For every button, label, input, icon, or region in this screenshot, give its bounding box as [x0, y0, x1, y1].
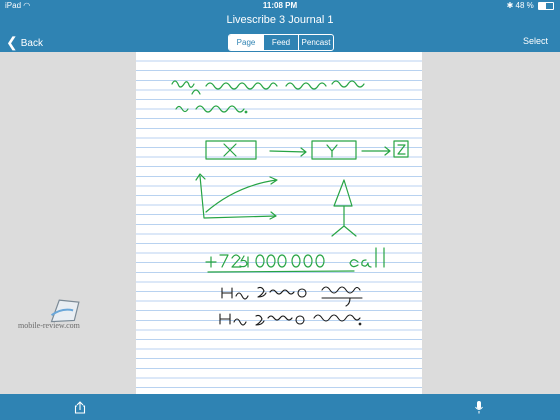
page-title: Livescribe 3 Journal 1: [226, 14, 334, 26]
tab-page[interactable]: Page: [229, 35, 264, 50]
handwriting-line-1: [171, 80, 365, 95]
navigation-bar: Livescribe 3 Journal 1 ❮ Back Page Feed P…: [0, 12, 560, 52]
microphone-icon[interactable]: [474, 400, 484, 414]
battery-status: ✱ 48 %: [507, 1, 554, 10]
handwriting-line-6: [219, 313, 362, 326]
select-button[interactable]: Select: [523, 36, 548, 46]
xyz-diagram: [205, 140, 409, 160]
tab-feed[interactable]: Feed: [264, 35, 299, 50]
chevron-left-icon: ❮: [6, 34, 18, 50]
handwriting-line-2: [175, 105, 248, 114]
back-label: Back: [20, 38, 43, 49]
view-segmented-control: Page Feed Pencast: [228, 34, 334, 51]
handwriting-layer: [171, 80, 409, 326]
bluetooth-icon: ✱: [506, 1, 514, 10]
page-canvas[interactable]: [0, 52, 560, 394]
handwriting-line-5: [221, 286, 363, 307]
watermark-text: mobile-review.com: [18, 321, 80, 330]
notebook-page[interactable]: [136, 52, 422, 394]
share-icon[interactable]: [74, 401, 86, 414]
watermark-logo: [50, 299, 80, 323]
axes-sketch: [195, 173, 278, 220]
status-bar: iPad ◠ 11:08 PM ✱ 48 %: [0, 0, 560, 12]
back-button[interactable]: ❮ Back: [6, 34, 43, 51]
triangle-sketch: [331, 179, 357, 237]
battery-icon: [538, 1, 554, 10]
tab-pencast[interactable]: Pencast: [299, 35, 333, 50]
phone-number: [205, 247, 385, 273]
clock: 11:08 PM: [262, 1, 298, 10]
bottom-toolbar: [0, 394, 560, 420]
